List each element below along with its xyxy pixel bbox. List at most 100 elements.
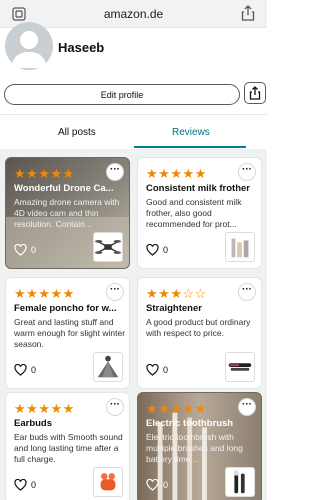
star-rating: ★★★☆☆ xyxy=(146,286,207,302)
more-options-button[interactable]: ··· xyxy=(238,398,256,416)
product-thumbnail[interactable] xyxy=(93,467,123,497)
heart-icon xyxy=(14,479,27,491)
star-filled-icon: ★ xyxy=(170,401,183,416)
active-tab-indicator xyxy=(134,146,246,148)
star-filled-icon: ★ xyxy=(38,401,51,416)
star-filled-icon: ★ xyxy=(26,166,39,181)
like-count: 0 xyxy=(31,245,37,255)
review-title: Straightener xyxy=(146,303,202,314)
review-card[interactable]: ★★★☆☆ Straightener A good product but or… xyxy=(137,277,262,389)
star-filled-icon: ★ xyxy=(158,401,171,416)
star-filled-icon: ★ xyxy=(50,401,63,416)
review-title: Earbuds xyxy=(14,418,53,429)
star-filled-icon: ★ xyxy=(38,286,51,301)
star-filled-icon: ★ xyxy=(146,401,159,416)
star-filled-icon: ★ xyxy=(14,401,27,416)
review-card[interactable]: ★★★★★ Female poncho for w... Great and l… xyxy=(5,277,130,389)
more-options-button[interactable]: ··· xyxy=(106,398,124,416)
star-rating: ★★★★★ xyxy=(146,166,207,182)
product-thumbnail[interactable] xyxy=(93,352,123,382)
earbuds-icon xyxy=(100,473,116,491)
drone-icon xyxy=(94,240,122,254)
star-filled-icon: ★ xyxy=(62,401,75,416)
review-text: Good and consistent milk frother, also g… xyxy=(146,197,242,229)
star-filled-icon: ★ xyxy=(62,166,75,181)
star-filled-icon: ★ xyxy=(194,166,207,181)
heart-icon xyxy=(146,364,159,376)
like-button[interactable]: 0 xyxy=(14,364,36,376)
review-text: A good product but ordinary with respect… xyxy=(146,317,251,338)
review-title: Wonderful Drone Ca... xyxy=(14,183,114,194)
star-filled-icon: ★ xyxy=(50,166,63,181)
share-icon[interactable] xyxy=(241,5,255,21)
poncho-icon xyxy=(97,355,119,378)
hair-straightener-icon xyxy=(228,363,252,371)
star-filled-icon: ★ xyxy=(170,166,183,181)
star-filled-icon: ★ xyxy=(170,286,183,301)
star-filled-icon: ★ xyxy=(50,286,63,301)
default-avatar-icon xyxy=(11,31,47,68)
star-filled-icon: ★ xyxy=(26,401,39,416)
star-empty-icon: ☆ xyxy=(194,286,207,301)
heart-icon xyxy=(14,244,27,256)
star-filled-icon: ★ xyxy=(38,166,51,181)
share-icon xyxy=(249,86,261,100)
edit-profile-button[interactable]: Edit profile xyxy=(4,84,240,105)
product-thumbnail[interactable] xyxy=(225,232,255,262)
like-count: 0 xyxy=(163,365,169,375)
star-filled-icon: ★ xyxy=(182,166,195,181)
like-button[interactable]: 0 xyxy=(14,479,36,491)
star-rating: ★★★★★ xyxy=(14,401,75,417)
heart-icon xyxy=(146,244,159,256)
heart-icon xyxy=(14,364,27,376)
review-card[interactable]: ★★★★★ Wonderful Drone Ca... Amazing dron… xyxy=(5,157,130,269)
more-options-button[interactable]: ··· xyxy=(106,163,124,181)
star-filled-icon: ★ xyxy=(62,286,75,301)
like-count: 0 xyxy=(31,365,37,375)
review-title: Female poncho for w... xyxy=(14,303,117,314)
like-button[interactable]: 0 xyxy=(14,244,36,256)
section-divider xyxy=(0,114,267,115)
review-text: Ear buds with Smooth sound and long last… xyxy=(14,432,123,464)
star-empty-icon: ☆ xyxy=(182,286,195,301)
review-title: Consistent milk frother xyxy=(146,183,250,194)
product-thumbnail[interactable] xyxy=(93,232,123,262)
heart-icon xyxy=(146,479,159,491)
like-count: 0 xyxy=(163,480,169,490)
like-count: 0 xyxy=(31,480,37,490)
star-filled-icon: ★ xyxy=(158,286,171,301)
review-text: Amazing drone camera with 4D video cam a… xyxy=(14,197,120,229)
like-count: 0 xyxy=(163,245,169,255)
star-filled-icon: ★ xyxy=(182,401,195,416)
review-card[interactable]: ★★★★★ Electric toothbrush Electric tooth… xyxy=(137,392,262,500)
more-options-button[interactable]: ··· xyxy=(238,163,256,181)
review-card[interactable]: ★★★★★ Earbuds Ear buds with Smooth sound… xyxy=(5,392,130,500)
tab-reviews[interactable]: Reviews xyxy=(172,127,210,138)
like-button[interactable]: 0 xyxy=(146,244,168,256)
product-thumbnail[interactable] xyxy=(225,467,255,497)
review-text: Great and lasting stuff and warm enough … xyxy=(14,317,126,349)
more-options-button[interactable]: ··· xyxy=(106,283,124,301)
star-filled-icon: ★ xyxy=(14,166,27,181)
review-text: Electric toothbrush with multiple brushe… xyxy=(146,432,243,464)
like-button[interactable]: 0 xyxy=(146,364,168,376)
url-text[interactable]: amazon.de xyxy=(0,7,267,21)
share-profile-button[interactable] xyxy=(244,82,266,104)
star-filled-icon: ★ xyxy=(14,286,27,301)
profile-name: Haseeb xyxy=(58,40,105,55)
like-button[interactable]: 0 xyxy=(146,479,168,491)
star-filled-icon: ★ xyxy=(194,401,207,416)
more-options-button[interactable]: ··· xyxy=(238,283,256,301)
avatar[interactable] xyxy=(5,22,53,70)
star-filled-icon: ★ xyxy=(146,286,159,301)
review-card[interactable]: ★★★★★ Consistent milk frother Good and c… xyxy=(137,157,262,269)
tab-all-posts[interactable]: All posts xyxy=(58,127,96,138)
product-thumbnail[interactable] xyxy=(225,352,255,382)
star-filled-icon: ★ xyxy=(158,166,171,181)
star-rating: ★★★★★ xyxy=(14,166,75,182)
star-filled-icon: ★ xyxy=(26,286,39,301)
star-rating: ★★★★★ xyxy=(146,401,207,417)
star-filled-icon: ★ xyxy=(146,166,159,181)
review-title: Electric toothbrush xyxy=(146,418,234,429)
toothbrush-icon xyxy=(234,470,245,494)
